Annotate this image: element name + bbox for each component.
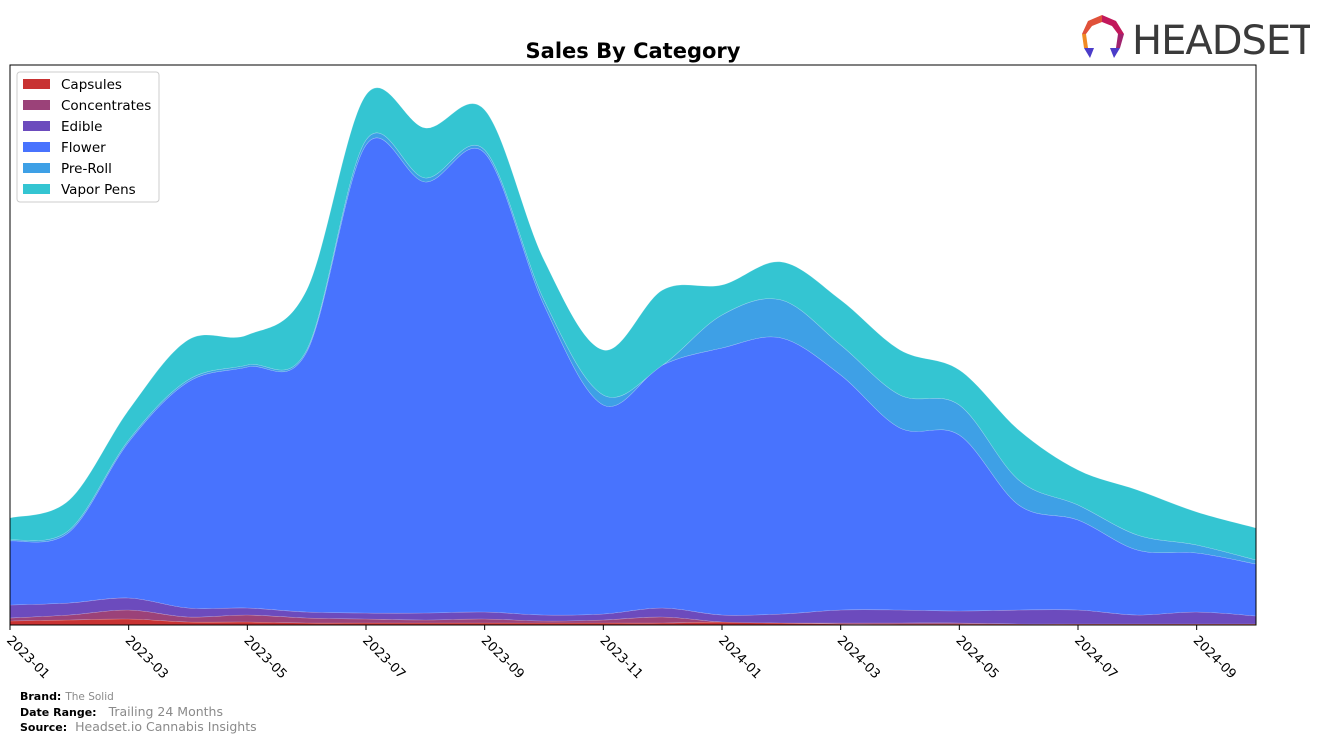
legend-swatch <box>23 163 50 173</box>
legend-label: Flower <box>61 140 106 156</box>
chart-footer: Brand: The Solid Date Range: Trailing 24 M… <box>20 690 257 736</box>
x-tick-label: 2023-01 <box>3 633 52 682</box>
x-tick-label: 2023-09 <box>478 633 527 682</box>
headset-logo-icon <box>1082 15 1124 58</box>
legend-label: Pre-Roll <box>61 161 112 177</box>
x-axis: 2023-01 2023-03 2023-05 2023-07 2023-09 2023-… <box>3 625 1239 682</box>
legend-label: Concentrates <box>61 98 151 114</box>
x-tick-label: 2024-07 <box>1071 633 1120 682</box>
source-value: Headset.io Cannabis Insights <box>75 719 257 734</box>
legend-swatch <box>23 184 50 194</box>
legend-swatch <box>23 100 50 110</box>
x-tick-label: 2024-05 <box>953 633 1002 682</box>
legend: Capsules Concentrates Edible Flower Pre-Roll… <box>16 71 160 203</box>
footer-source: Source: Headset.io Cannabis Insights <box>20 719 257 736</box>
headset-logo: HEADSET <box>1082 15 1310 64</box>
legend-label: Vapor Pens <box>61 182 136 198</box>
legend-label: Capsules <box>61 77 122 93</box>
source-label: Source: <box>20 721 68 734</box>
date-range-label: Date Range: <box>20 705 97 719</box>
date-range-value: Trailing 24 Months <box>108 703 223 719</box>
x-tick-label: 2023-05 <box>241 633 290 682</box>
footer-brand: Brand: The Solid <box>20 690 257 705</box>
legend-swatch <box>23 142 50 152</box>
x-tick-label: 2023-07 <box>359 633 408 682</box>
x-tick-label: 2023-03 <box>122 633 171 682</box>
legend-label: Edible <box>61 119 102 135</box>
chart-title: Sales By Category <box>526 39 741 63</box>
brand-value: The Solid <box>65 691 114 703</box>
stacked-areas <box>9 87 1257 626</box>
x-tick-label: 2024-01 <box>715 633 764 682</box>
sales-by-category-chart: Sales By Category 2023-01 2023-03 2023-05 2… <box>3 39 1257 682</box>
legend-swatch <box>23 121 50 131</box>
footer-date-range: Date Range: Trailing 24 Months <box>20 703 257 721</box>
x-tick-label: 2024-09 <box>1190 633 1239 682</box>
x-tick-label: 2023-11 <box>597 633 646 682</box>
brand-label: Brand: <box>20 690 62 703</box>
legend-swatch <box>23 79 50 89</box>
x-tick-label: 2024-03 <box>834 633 883 682</box>
logo-text: HEADSET <box>1132 18 1310 64</box>
